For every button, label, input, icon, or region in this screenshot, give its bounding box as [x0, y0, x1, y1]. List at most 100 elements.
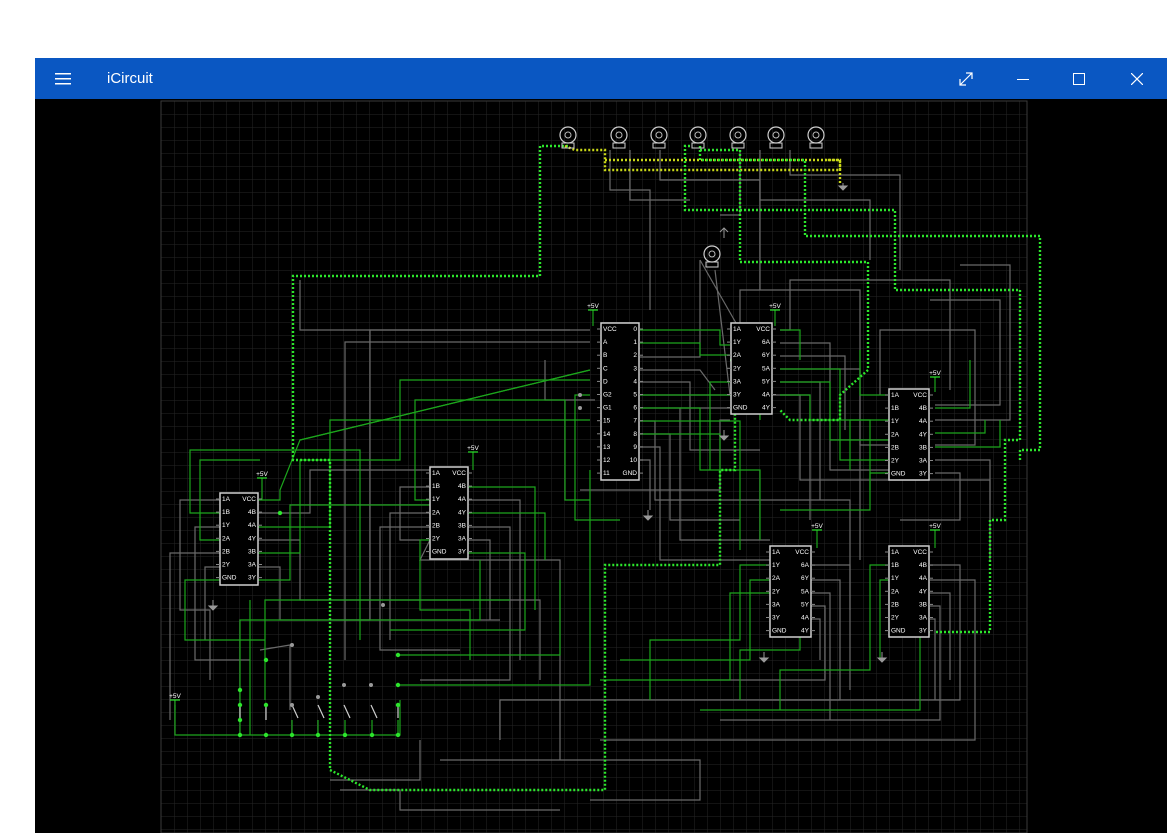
- supply-label: +5V: [811, 523, 823, 530]
- supply-label: +5V: [587, 303, 599, 310]
- decoder-pin-label: B: [603, 352, 607, 359]
- quad-right-pin-label: GND: [891, 471, 906, 478]
- quad-middle-pin-label: 3A: [458, 536, 467, 543]
- hex-bottom-pin-label: 3A: [772, 601, 781, 608]
- supply-label: +5V: [769, 303, 781, 310]
- quad-middle-pin-label: 4A: [458, 496, 467, 503]
- quad-right-pin-label: 3Y: [919, 471, 928, 478]
- hamburger-menu-button[interactable]: [35, 58, 91, 99]
- hex-top-pin-label: 4A: [762, 392, 771, 399]
- maximize-button[interactable]: [1051, 58, 1107, 99]
- hex-bottom-pin-label: 2A: [772, 575, 781, 582]
- hex-bottom-pin-label: 1Y: [772, 562, 781, 569]
- quad-middle-pin-label: 1A: [432, 470, 441, 477]
- close-button[interactable]: [1109, 58, 1165, 99]
- quad-bottom-right-pin-label: 1Y: [891, 575, 900, 582]
- hex-top-pin-label: 4Y: [762, 405, 771, 412]
- expand-diagonal-icon: [959, 71, 973, 86]
- quad-left-pin-label: 2Y: [222, 562, 231, 569]
- quad-middle-pin-label: 1Y: [432, 496, 441, 503]
- quad-bottom-right-pin-label: 4A: [919, 575, 928, 582]
- quad-middle-pin-label: 1B: [432, 483, 440, 490]
- decoder-pin-label: 0: [633, 326, 637, 333]
- quad-left-pin-label: 3A: [248, 562, 257, 569]
- hex-top-pin-label: 6A: [762, 339, 771, 346]
- hex-top-pin-label: 2Y: [733, 365, 742, 372]
- decoder-pin-label: G1: [603, 405, 612, 412]
- decoder-pin-label: 8: [633, 431, 637, 438]
- quad-right-pin-label: 1Y: [891, 418, 900, 425]
- decoder-pin-label: 3: [633, 365, 637, 372]
- quad-bottom-right-pin-label: 4Y: [919, 588, 928, 595]
- quad-bottom-right-pin-label: 3B: [919, 601, 927, 608]
- decoder-pin-label: 11: [603, 470, 610, 477]
- quad-left-pin-label: 1Y: [222, 522, 231, 529]
- decoder-pin-label: 6: [633, 405, 637, 412]
- decoder-pin-label: D: [603, 378, 608, 385]
- quad-right-pin-label: 1B: [891, 405, 899, 412]
- quad-right-pin-label: 3A: [919, 458, 928, 465]
- supply-label: +5V: [256, 471, 268, 478]
- quad-right-pin-label: 2A: [891, 431, 900, 438]
- decoder-pin-label: 10: [630, 457, 638, 464]
- hex-bottom-pin-label: 2Y: [772, 588, 781, 595]
- decoder-pin-label: 5: [633, 392, 637, 399]
- circuit-canvas[interactable]: VCCABCDG2G11514131211012345678910GND1A1Y…: [35, 99, 1167, 833]
- app-title: iCircuit: [107, 70, 153, 87]
- quad-middle-pin-label: 2B: [432, 522, 440, 529]
- decoder-pin-label: 9: [633, 444, 637, 451]
- quad-right-pin-label: 2B: [891, 444, 899, 451]
- supply-label: +5V: [169, 693, 181, 700]
- quad-left-pin-label: 4A: [248, 522, 257, 529]
- quad-bottom-right-pin-label: 2A: [891, 588, 900, 595]
- decoder-pin-label: 2: [633, 352, 637, 359]
- fullscreen-button[interactable]: [938, 58, 994, 99]
- quad-left-pin-label: 1B: [222, 509, 230, 516]
- hex-top-pin-label: 5Y: [762, 378, 771, 385]
- hex-top-pin-label: 5A: [762, 365, 771, 372]
- quad-left-pin-label: 2B: [222, 548, 230, 555]
- quad-right-pin-label: 1A: [891, 392, 900, 399]
- quad-middle-pin-label: 4B: [458, 483, 466, 490]
- quad-left-pin-label: 4B: [248, 509, 256, 516]
- close-icon: [1131, 72, 1143, 85]
- hex-bottom-pin-label: 1A: [772, 549, 781, 556]
- quad-bottom-right-pin-label: GND: [891, 628, 906, 635]
- quad-bottom-right-pin-label: VCC: [913, 549, 927, 556]
- quad-right-pin-label: 4B: [919, 405, 927, 412]
- quad-left-pin-label: 4Y: [248, 535, 257, 542]
- decoder-pin-label: 14: [603, 431, 611, 438]
- decoder-pin-label: 15: [603, 418, 611, 425]
- maximize-icon: [1073, 72, 1085, 85]
- decoder-pin-label: C: [603, 365, 608, 372]
- supply-label: +5V: [929, 523, 941, 530]
- quad-left-pin-label: 3Y: [248, 575, 257, 582]
- decoder-pin-label: 12: [603, 457, 611, 464]
- decoder-pin-label: A: [603, 339, 608, 346]
- quad-middle-pin-label: 3B: [458, 522, 466, 529]
- minimize-icon: [1017, 78, 1029, 80]
- decoder-pin-label: G2: [603, 392, 612, 399]
- quad-bottom-right-pin-label: 4B: [919, 562, 927, 569]
- quad-middle-pin-label: 3Y: [458, 549, 467, 556]
- hex-bottom-pin-label: 6Y: [801, 575, 810, 582]
- quad-bottom-right-pin-label: 3Y: [919, 628, 928, 635]
- quad-middle-pin-label: 2A: [432, 509, 441, 516]
- quad-left-pin-label: VCC: [242, 496, 256, 503]
- quad-middle-pin-label: 2Y: [432, 536, 441, 543]
- quad-bottom-right-pin-label: 1B: [891, 562, 899, 569]
- hex-bottom-pin-label: GND: [772, 628, 787, 635]
- hex-bottom-pin-label: 4A: [801, 615, 810, 622]
- decoder-pin-label: 1: [633, 339, 637, 346]
- decoder-pin-label: 4: [633, 378, 637, 385]
- quad-bottom-right-pin-label: 1A: [891, 549, 900, 556]
- hex-bottom-pin-label: 5A: [801, 588, 810, 595]
- hex-bottom-pin-label: 4Y: [801, 628, 810, 635]
- quad-right-pin-label: VCC: [913, 392, 927, 399]
- hex-top-pin-label: VCC: [756, 326, 770, 333]
- decoder-pin-label: 13: [603, 444, 611, 451]
- supply-label: +5V: [929, 370, 941, 377]
- app-window: iCircuit VCC A B C D G2 G1 15 14 13 12 1…: [35, 58, 1167, 833]
- quad-right-pin-label: 4Y: [919, 431, 928, 438]
- minimize-button[interactable]: [995, 58, 1051, 99]
